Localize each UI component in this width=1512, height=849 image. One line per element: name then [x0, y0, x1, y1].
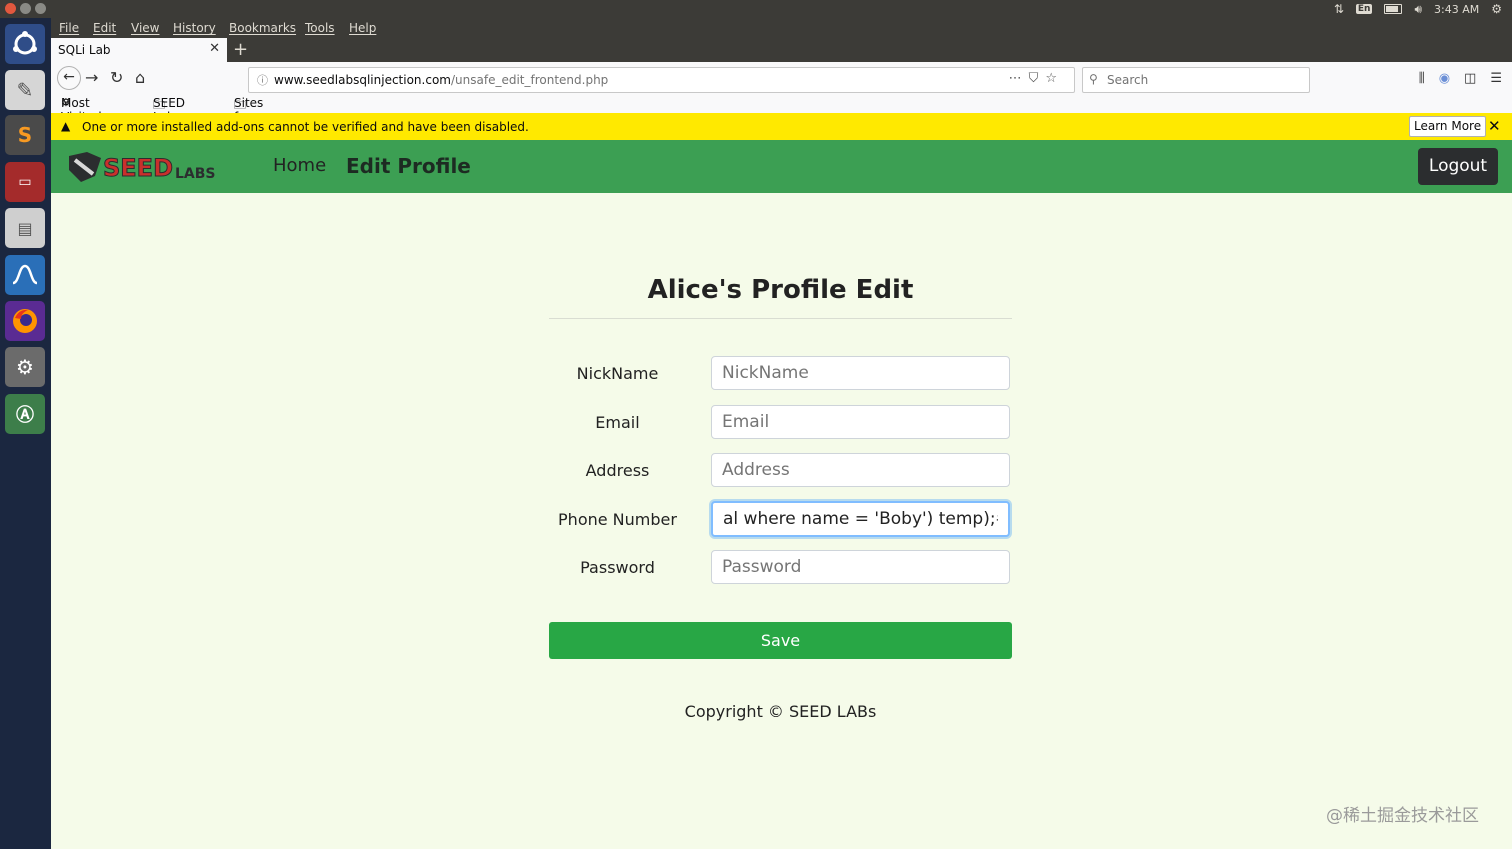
- pocket-icon[interactable]: ⛉: [1029, 71, 1046, 86]
- email-input[interactable]: [711, 405, 1010, 439]
- battery-icon[interactable]: [1384, 4, 1403, 14]
- search-icon: ⚲: [1089, 72, 1098, 86]
- addon-warning-bar: ▲ One or more installed add-ons cannot b…: [51, 113, 1512, 140]
- password-label: Password: [580, 558, 655, 577]
- keyboard-layout-indicator[interactable]: En: [1355, 4, 1373, 14]
- address-label: Address: [585, 461, 650, 480]
- nav-edit-profile-link[interactable]: Edit Profile: [346, 154, 471, 178]
- menu-history[interactable]: History: [173, 21, 216, 35]
- terminal-icon[interactable]: ▭: [5, 162, 45, 202]
- copyright-footer: Copyright © SEED LABs: [684, 702, 877, 721]
- back-icon[interactable]: ←: [57, 66, 81, 90]
- password-input[interactable]: [711, 550, 1010, 584]
- bookmark-star-icon[interactable]: ☆: [1045, 71, 1064, 86]
- nav-home-link[interactable]: Home: [273, 155, 326, 176]
- phone-number-input[interactable]: [711, 501, 1010, 537]
- nickname-input[interactable]: [711, 356, 1010, 390]
- nickname-label: NickName: [576, 364, 659, 383]
- search-bar[interactable]: ⚲ Search: [1082, 67, 1310, 93]
- close-tab-icon[interactable]: ✕: [209, 41, 220, 56]
- system-top-bar: ⇅ En 🔊︎ 3:43 AM ⚙: [0, 0, 1512, 18]
- forward-icon[interactable]: →: [85, 68, 98, 87]
- menu-bar: File Edit View History Bookmarks Tools H…: [51, 18, 1512, 38]
- window-minimize-icon[interactable]: [20, 3, 31, 14]
- menu-file[interactable]: File: [59, 21, 79, 35]
- window-maximize-icon[interactable]: [35, 3, 46, 14]
- browser-window: File Edit View History Bookmarks Tools H…: [51, 18, 1512, 849]
- bookmarks-toolbar: ⚙ Most Visited 🗀 SEED Labs 🗀 Sites for L…: [51, 96, 1512, 138]
- launcher: ✎ S ▭ ▤ ⚙ Ⓐ: [0, 18, 51, 849]
- settings-gear-icon[interactable]: ⚙: [1491, 2, 1502, 16]
- menu-view[interactable]: View: [131, 21, 159, 35]
- menu-edit[interactable]: Edit: [93, 21, 116, 35]
- navigation-toolbar: ← → ↻ ⌂ ⓘ www.seedlabsqlinjection.com/un…: [51, 62, 1512, 96]
- wireshark-icon[interactable]: [5, 255, 45, 295]
- new-tab-icon[interactable]: +: [233, 39, 248, 60]
- logout-button[interactable]: Logout: [1418, 148, 1498, 185]
- search-placeholder: Search: [1107, 73, 1149, 87]
- system-settings-icon[interactable]: ⚙: [5, 347, 45, 387]
- volume-icon[interactable]: 🔊︎: [1414, 2, 1422, 17]
- text-editor-icon[interactable]: ✎: [5, 70, 45, 110]
- home-icon[interactable]: ⌂: [135, 68, 145, 87]
- window-close-icon[interactable]: [5, 3, 16, 14]
- extension-icon[interactable]: ◉: [1439, 71, 1450, 86]
- phone-number-label: Phone Number: [558, 510, 677, 529]
- firefox-icon[interactable]: [5, 301, 45, 341]
- page-title: Alice's Profile Edit: [647, 275, 914, 305]
- web-page: SEED LABS Home Edit Profile Logout Alice…: [51, 140, 1512, 849]
- software-updater-icon[interactable]: Ⓐ: [5, 394, 45, 434]
- svg-text:LABS: LABS: [175, 166, 216, 182]
- svg-text:SEED: SEED: [103, 154, 173, 182]
- menu-tools[interactable]: Tools: [305, 21, 335, 35]
- seed-labs-logo[interactable]: SEED LABS: [65, 150, 225, 184]
- clock[interactable]: 3:43 AM: [1434, 3, 1479, 16]
- menu-bookmarks[interactable]: Bookmarks: [229, 21, 296, 35]
- divider: [549, 318, 1012, 319]
- hamburger-menu-icon[interactable]: ☰: [1490, 71, 1502, 86]
- site-navbar: SEED LABS Home Edit Profile Logout: [51, 140, 1512, 193]
- address-input[interactable]: [711, 453, 1010, 487]
- library-icon[interactable]: ⫼: [1419, 71, 1425, 86]
- menu-help[interactable]: Help: [349, 21, 376, 35]
- tab-title: SQLi Lab: [58, 43, 111, 57]
- reload-icon[interactable]: ↻: [110, 68, 123, 87]
- sublime-text-icon[interactable]: S: [5, 115, 45, 155]
- save-button[interactable]: Save: [549, 622, 1012, 659]
- warning-icon: ▲: [61, 119, 71, 133]
- learn-more-button[interactable]: Learn More: [1409, 116, 1487, 137]
- ubuntu-dash-icon[interactable]: [5, 24, 45, 64]
- warning-message: One or more installed add-ons cannot be …: [82, 120, 529, 134]
- sidebar-icon[interactable]: ◫: [1464, 71, 1476, 86]
- tab-sqli-lab[interactable]: SQLi Lab ✕: [51, 38, 227, 62]
- email-label: Email: [595, 413, 640, 432]
- close-icon[interactable]: ✕: [1488, 117, 1501, 135]
- page-actions-icon[interactable]: ⋯: [1009, 71, 1029, 86]
- tab-strip: SQLi Lab ✕ +: [51, 38, 1512, 62]
- network-icon[interactable]: ⇅: [1334, 2, 1344, 16]
- address-bar[interactable]: ⓘ www.seedlabsqlinjection.com/unsafe_edi…: [248, 67, 1075, 93]
- watermark-text: @稀土掘金技术社区: [1326, 806, 1479, 826]
- files-icon[interactable]: ▤: [5, 208, 45, 248]
- url-text: www.seedlabsqlinjection.com/unsafe_edit_…: [274, 73, 609, 87]
- site-info-icon[interactable]: ⓘ: [257, 72, 268, 88]
